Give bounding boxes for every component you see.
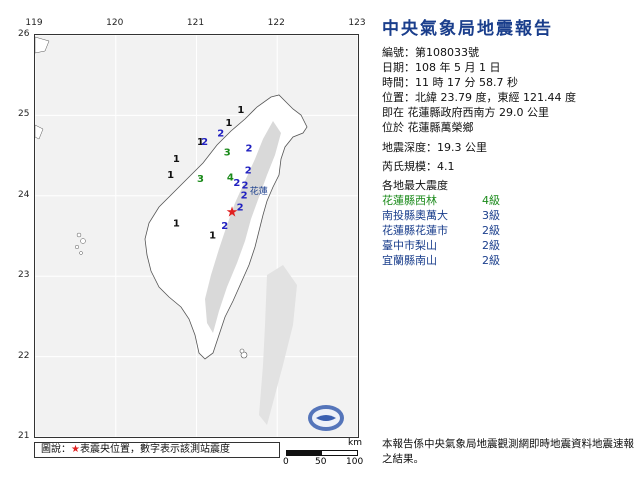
mainland-coast <box>35 36 50 140</box>
lon-tick-label: 122 <box>267 18 285 28</box>
lat-tick-label: 21 <box>18 431 30 441</box>
lon-tick-label: 120 <box>106 18 124 28</box>
station-intensity: 4級 <box>482 194 500 207</box>
report-magnitude-row: 芮氏規模：4.1 <box>382 159 632 174</box>
time-label: 時間： <box>382 76 415 89</box>
station-row: 南投縣奧萬大 3級 <box>382 208 632 223</box>
magnitude-label: 芮氏規模： <box>382 160 437 173</box>
scale-bar-graphic <box>286 450 358 456</box>
date-label: 日期： <box>382 61 415 74</box>
penghu-islands <box>74 232 86 255</box>
lat-tick-label: 25 <box>18 109 30 120</box>
intensity-marker: 2 <box>233 178 240 189</box>
intensity-marker: 2 <box>217 128 224 139</box>
station-name: 南投縣奧萬大 <box>382 209 448 222</box>
station-name: 宜蘭縣南山 <box>382 254 437 267</box>
legend-text: 表震央位置，數字表示該測站震度 <box>79 444 230 455</box>
depth-value: 19.3 公里 <box>437 141 487 154</box>
intensity-marker: 1 <box>209 231 216 242</box>
report-panel: 中央氣象局地震報告 編號：第108033號 日期：108 年 5 月 1 日 時… <box>382 14 632 268</box>
seafloor-ridge <box>259 265 297 425</box>
report-time-row: 時間：11 時 17 分 58.7 秒 <box>382 75 632 90</box>
scale-bar: km 0 50 100 <box>282 438 364 470</box>
legend-prefix: 圖說： <box>41 444 71 455</box>
report-position-line2: 即在 花蓮縣政府西南方 29.0 公里 <box>382 106 549 119</box>
report-date-row: 日期：108 年 5 月 1 日 <box>382 60 632 75</box>
intensity-marker: 1 <box>225 118 232 129</box>
magnitude-value: 4.1 <box>437 160 455 173</box>
station-name: 花蓮縣花蓮市 <box>382 224 448 237</box>
intensity-marker: 1 <box>173 154 180 165</box>
station-row: 花蓮縣花蓮市 2級 <box>382 223 632 238</box>
station-intensity: 2級 <box>482 224 500 237</box>
max-intensity-header: 各地最大震度 <box>382 179 448 192</box>
report-depth-row: 地震深度：19.3 公里 <box>382 140 632 155</box>
scale-label-50: 50 <box>315 457 327 467</box>
intensity-marker: 3 <box>224 148 231 159</box>
map-legend: 圖說：★表震央位置，數字表示該測站震度 <box>34 442 280 458</box>
report-position-row: 位置：北緯 23.79 度，東經 121.44 度 <box>382 90 632 105</box>
report-title: 中央氣象局地震報告 <box>382 19 553 39</box>
intensity-marker: 2 <box>221 221 228 232</box>
station-intensity: 2級 <box>482 239 500 252</box>
scale-label-0: 0 <box>283 457 289 467</box>
green-island-2 <box>239 348 245 354</box>
depth-label: 地震深度： <box>382 141 437 154</box>
lat-tick-label: 22 <box>18 350 30 361</box>
intensity-marker: 3 <box>197 174 204 185</box>
intensity-marker: 2 <box>246 144 253 155</box>
cwb-logo-icon <box>308 405 344 431</box>
report-number-row: 編號：第108033號 <box>382 45 632 60</box>
station-intensity: 2級 <box>482 254 500 267</box>
number-label: 編號： <box>382 46 415 59</box>
station-name: 臺中市梨山 <box>382 239 437 252</box>
station-row: 宜蘭縣南山 2級 <box>382 253 632 268</box>
report-position-line3: 位於 花蓮縣萬榮鄉 <box>382 121 474 134</box>
lon-tick-label: 119 <box>25 18 43 28</box>
report-footnote: 本報告係中央氣象局地震觀測網即時地震資料地震速報之結果。 <box>382 438 634 465</box>
station-intensity: 3級 <box>482 209 500 222</box>
lon-tick-label: 123 <box>348 18 366 28</box>
station-row: 臺中市梨山 2級 <box>382 238 632 253</box>
position-label: 位置： <box>382 91 415 104</box>
legend-star-icon: ★ <box>71 444 80 455</box>
lat-tick-label: 23 <box>18 270 30 281</box>
intensity-marker: 1 <box>167 170 174 181</box>
station-name: 花蓮縣西林 <box>382 194 437 207</box>
intensity-marker: 1 <box>173 218 180 229</box>
position-value: 北緯 23.79 度，東經 121.44 度 <box>415 91 576 104</box>
date-value: 108 年 5 月 1 日 <box>415 61 501 74</box>
lat-tick-label: 24 <box>18 189 30 200</box>
scale-label-100: 100 <box>346 457 364 467</box>
map-canvas: 1121223211 3 42 2221 21 ★ 花蓮 <box>35 35 358 437</box>
map-panel: 1121223211342222121 ★ 花蓮 <box>34 34 359 438</box>
station-row: 花蓮縣西林 4級 <box>382 193 632 208</box>
scale-unit: km <box>348 438 362 448</box>
intensity-marker: 1 <box>237 105 244 116</box>
epicenter-star-icon: ★ <box>226 205 239 221</box>
station-list: 花蓮縣西林 4級 南投縣奧萬大 3級 花蓮縣花蓮市 2級 臺中市梨山 2級 宜蘭縣南山 2級 <box>382 193 632 268</box>
lat-tick-label: 26 <box>18 29 30 39</box>
city-label-hualien: 花蓮 <box>250 185 268 197</box>
lon-tick-label: 121 <box>186 18 205 28</box>
intensity-marker: 2 <box>201 137 208 148</box>
time-value: 11 時 17 分 58.7 秒 <box>415 76 518 89</box>
intensity-marker: 2 <box>245 165 252 176</box>
intensity-marker: 2 <box>241 190 248 201</box>
number-value: 第108033號 <box>415 46 479 59</box>
